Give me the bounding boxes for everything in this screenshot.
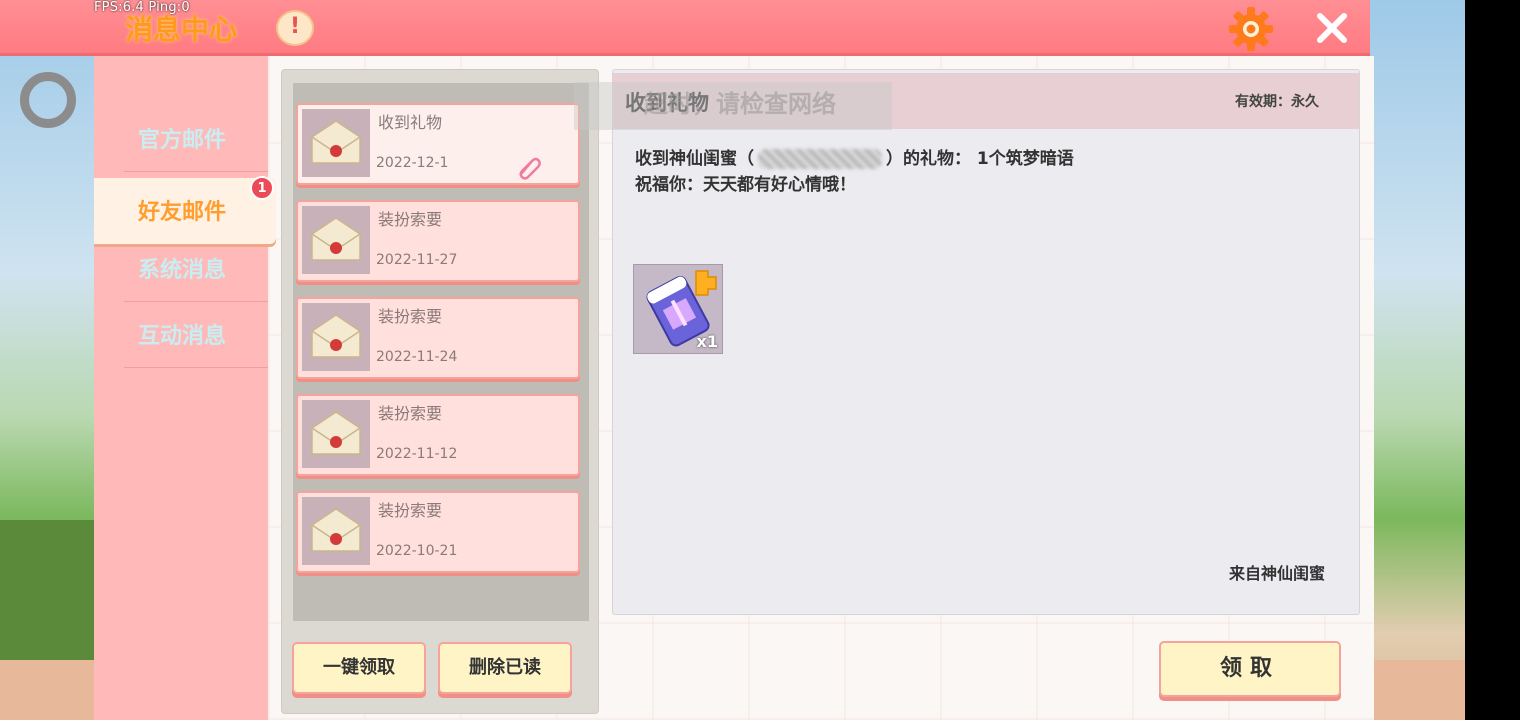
- envelope-icon: [311, 411, 361, 455]
- sidebar-item-system-messages[interactable]: 系统消息: [94, 236, 268, 302]
- blurred-username: [758, 149, 882, 169]
- mail-date: 2022-10-21: [376, 543, 458, 559]
- mail-title: 收到礼物: [378, 113, 443, 132]
- reward-quantity: x1: [696, 332, 718, 351]
- divider: [124, 171, 268, 172]
- envelope-icon: [311, 508, 361, 552]
- mail-list[interactable]: 收到礼物 2022-12-1 装扮索要 2022-11-27 装扮索要 2022…: [293, 83, 589, 621]
- mail-detail: 收到礼物 有效期：永久 收到神仙闺蜜（ ）的礼物： 1个筑梦暗语 祝福你：天天都有…: [612, 69, 1360, 615]
- envelope-thumbnail: [302, 497, 370, 565]
- envelope-icon: [311, 314, 361, 358]
- sender-label: 来自神仙闺蜜: [1229, 564, 1326, 583]
- mail-title: 装扮索要: [378, 404, 443, 423]
- settings-button[interactable]: [1226, 4, 1276, 54]
- envelope-icon: [311, 120, 361, 164]
- envelope-thumbnail: [302, 109, 370, 177]
- gift-message: 祝福你：天天都有好心情哦！: [635, 175, 856, 195]
- claim-all-button[interactable]: 一键领取: [292, 642, 426, 694]
- attachment-clip-icon: [519, 157, 541, 180]
- sidebar-item-friend-mail[interactable]: 好友邮件 1: [94, 176, 276, 244]
- gift-description-suffix: ）的礼物： 1个筑梦暗语: [886, 149, 1074, 169]
- envelope-icon: [311, 217, 361, 261]
- mail-date: 2022-11-12: [376, 446, 458, 462]
- mail-title: 装扮索要: [378, 210, 443, 229]
- divider: [124, 367, 268, 368]
- sidebar-item-interaction-messages[interactable]: 互动消息: [94, 302, 268, 368]
- list-item[interactable]: 收到礼物 2022-12-1: [296, 103, 580, 185]
- notice-button[interactable]: !: [276, 10, 314, 46]
- claim-button[interactable]: 领取: [1159, 641, 1341, 697]
- list-item[interactable]: 装扮索要 2022-10-21: [296, 491, 580, 573]
- validity-label: 有效期：永久: [1235, 94, 1319, 110]
- gear-icon: [1229, 7, 1273, 51]
- list-item[interactable]: 装扮索要 2022-11-27: [296, 200, 580, 282]
- title-bar: FPS:6.4 Ping:0 消息中心 !: [0, 0, 1370, 56]
- sidebar: 官方邮件 好友邮件 1 系统消息 互动消息: [94, 56, 276, 720]
- network-timeout-toast: 超时，请检查网络: [574, 82, 892, 130]
- gift-description-prefix: 收到神仙闺蜜（: [635, 149, 754, 169]
- exclamation-icon: !: [289, 14, 301, 39]
- sidebar-item-label: 系统消息: [138, 258, 227, 283]
- close-icon: [1317, 13, 1347, 43]
- sidebar-item-label: 好友邮件: [138, 200, 227, 225]
- screen-edge: [1465, 0, 1520, 720]
- list-item[interactable]: 装扮索要 2022-11-12: [296, 394, 580, 476]
- list-item[interactable]: 装扮索要 2022-11-24: [296, 297, 580, 379]
- envelope-thumbnail: [302, 303, 370, 371]
- mail-list-column: 收到礼物 2022-12-1 装扮索要 2022-11-27 装扮索要 2022…: [281, 69, 599, 714]
- sidebar-item-label: 互动消息: [138, 324, 227, 349]
- page-title: 消息中心: [125, 13, 238, 46]
- envelope-thumbnail: [302, 206, 370, 274]
- reward-item[interactable]: x1: [633, 264, 723, 354]
- close-button[interactable]: [1310, 6, 1354, 50]
- sidebar-item-label: 官方邮件: [138, 128, 227, 153]
- envelope-thumbnail: [302, 400, 370, 468]
- mail-date: 2022-11-24: [376, 349, 458, 365]
- mail-title: 装扮索要: [378, 501, 443, 520]
- sidebar-item-official-mail[interactable]: 官方邮件: [94, 106, 268, 172]
- mail-date: 2022-12-1: [376, 155, 449, 171]
- gift-description: 收到神仙闺蜜（ ）的礼物： 1个筑梦暗语: [635, 144, 1074, 169]
- unread-badge: 1: [250, 176, 274, 200]
- mail-title: 装扮索要: [378, 307, 443, 326]
- background-hill: [0, 520, 100, 660]
- mail-date: 2022-11-27: [376, 252, 458, 268]
- delete-read-button[interactable]: 删除已读: [438, 642, 572, 694]
- joystick-ring-icon[interactable]: [20, 72, 76, 128]
